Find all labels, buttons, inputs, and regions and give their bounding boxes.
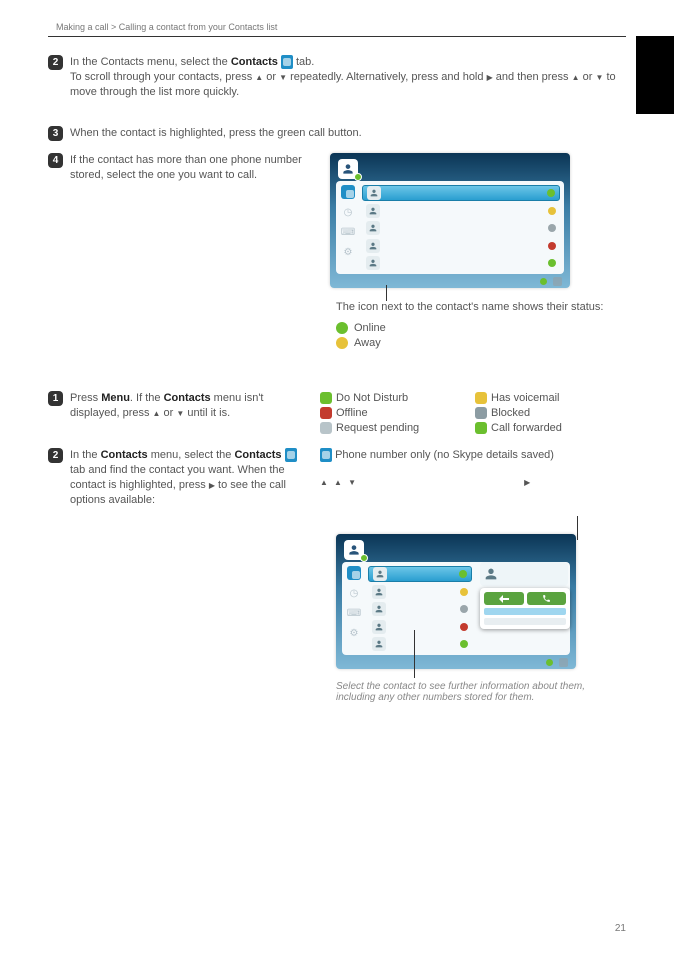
contacts-list [366,562,476,655]
bottom-status-dot [546,659,553,666]
phone-card-icon [320,448,332,462]
contact-row[interactable] [368,620,472,634]
tab-contacts[interactable] [347,566,361,580]
up-arrow-icon [320,476,328,488]
step-3-text: When the contact is highlighted, press t… [70,126,626,141]
contact-row[interactable] [362,256,560,270]
tab-settings[interactable]: ⚙ [347,626,361,640]
self-status-dot [354,173,362,181]
section2-step2: In the Contacts menu, select the Contact… [70,448,320,508]
page-number: 21 [615,923,626,934]
down-arrow-icon [279,71,287,83]
bottom-battery-icon [553,277,562,286]
contact-row-selected[interactable] [362,185,560,201]
up-arrow-icon [334,476,342,488]
down-arrow-icon [595,71,603,83]
step-bullet-4: 4 [48,153,63,168]
contact-row[interactable] [368,602,472,616]
section2-step2-arrows [320,475,610,490]
step-4-text: If the contact has more than one phone n… [70,153,320,183]
tab-contacts[interactable] [341,185,355,199]
legend-forwarded: Call forwarded [475,421,610,436]
step-bullet-1b: 1 [48,391,63,406]
chapter-thumb-tab [636,36,674,114]
contact-row[interactable] [368,585,472,599]
contact-row[interactable] [368,637,472,651]
popup-back-button[interactable] [484,592,524,605]
step-2-text: In the Contacts menu, select the Contact… [70,55,626,100]
legend-blocked: Blocked [475,406,610,421]
contact-detail-avatar [480,562,568,586]
popup-option-line[interactable] [484,618,566,625]
down-arrow-icon [348,476,356,488]
left-tab-rail: ◷ ⌨ ⚙ [336,181,360,274]
call-options-screenshot: ◷ ⌨ ⚙ [336,534,576,669]
up-arrow-icon [255,71,263,83]
section2-step1: Press Menu. If the Contacts menu isn't d… [70,391,320,421]
step-bullet-2: 2 [48,55,63,70]
contacts-tab-icon [281,55,293,69]
legend-away: Away [336,336,626,351]
step-bullet-2b: 2 [48,448,63,463]
breadcrumb: Making a call > Calling a contact from y… [56,22,277,32]
tab-dialer[interactable]: ⌨ [341,225,355,239]
left-tab-rail: ◷ ⌨ ⚙ [342,562,366,655]
contacts-list [360,181,564,274]
contacts-tab-icon [285,448,297,462]
legend-dnd: Do Not Disturb [320,391,455,406]
legend-voicemail: Has voicemail [475,391,610,406]
tab-history[interactable]: ◷ [341,205,355,219]
legend-online: Online [336,321,626,336]
self-status-dot [360,554,368,562]
bottom-status-dot [540,278,547,285]
legend-pending: Request pending [320,421,455,436]
right-arrow-icon [524,476,530,488]
up-arrow-icon [572,71,580,83]
contact-row[interactable] [362,221,560,235]
contact-row-selected[interactable] [368,566,472,582]
tab-dialer[interactable]: ⌨ [347,606,361,620]
page-top-rule [48,36,626,37]
popup-call-button[interactable] [527,592,567,605]
right-arrow-icon [487,71,493,83]
tab-history[interactable]: ◷ [347,586,361,600]
popup-option-line[interactable] [484,608,566,615]
legend-offline: Offline [320,406,455,421]
contacts-list-screenshot: ◷ ⌨ ⚙ [330,153,570,288]
tip-text: Select the contact to see further inform… [336,681,626,703]
contact-row[interactable] [362,239,560,253]
bottom-battery-icon [559,658,568,667]
contact-row[interactable] [362,204,560,218]
step-bullet-3: 3 [48,126,63,141]
status-legend-title: The icon next to the contact's name show… [336,300,626,315]
call-options-popup [480,588,570,629]
tab-settings[interactable]: ⚙ [341,245,355,259]
legend-phone-only: Phone number only (no Skype details save… [320,448,610,463]
